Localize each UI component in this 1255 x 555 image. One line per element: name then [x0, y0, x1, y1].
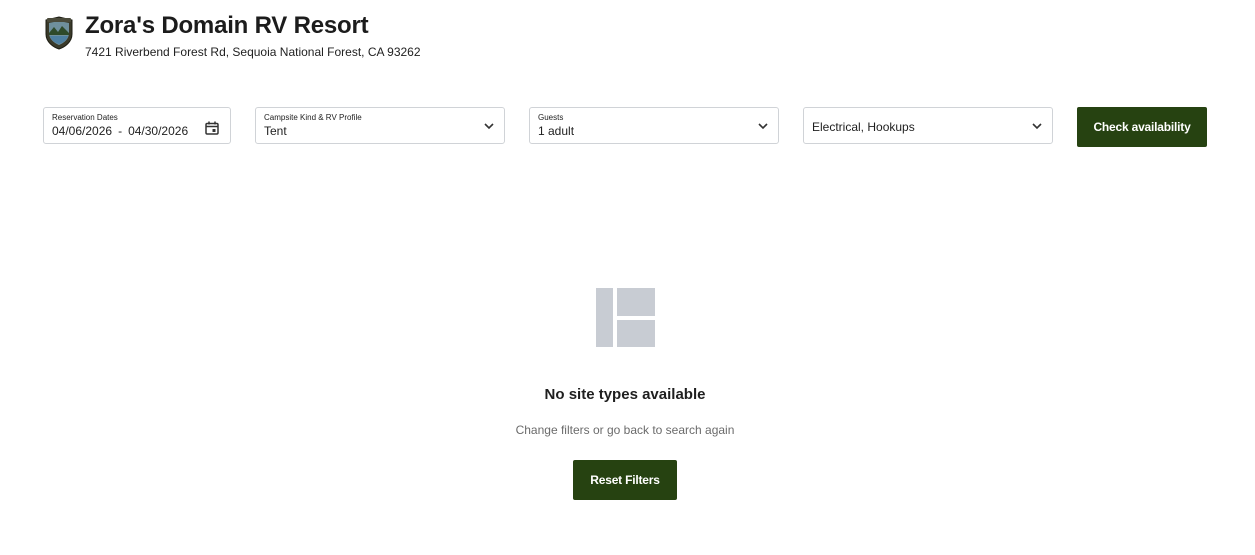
reservation-dates-field[interactable]: Reservation Dates 04/06/2026-04/30/2026	[43, 107, 231, 144]
chevron-down-icon	[758, 123, 768, 130]
date-range: 04/06/2026-04/30/2026	[52, 124, 188, 138]
resort-logo-icon	[43, 16, 75, 50]
campsite-kind-value: Tent	[264, 124, 287, 138]
layout-placeholder-icon	[596, 288, 655, 347]
campsite-kind-label: Campsite Kind & RV Profile	[264, 113, 362, 122]
campsite-kind-select[interactable]: Campsite Kind & RV Profile Tent	[255, 107, 505, 144]
chevron-down-icon	[1032, 123, 1042, 130]
page: Zora's Domain RV Resort 7421 Riverbend F…	[0, 0, 1255, 555]
page-title: Zora's Domain RV Resort	[85, 12, 369, 39]
reservation-dates-label: Reservation Dates	[52, 113, 118, 122]
amenities-value: Electrical, Hookups	[812, 120, 915, 134]
resort-address: 7421 Riverbend Forest Rd, Sequoia Nation…	[85, 45, 421, 59]
amenities-select[interactable]: Electrical, Hookups	[803, 107, 1053, 144]
end-date[interactable]: 04/30/2026	[128, 124, 188, 138]
reset-filters-button[interactable]: Reset Filters	[573, 460, 677, 500]
start-date[interactable]: 04/06/2026	[52, 124, 112, 138]
guests-value: 1 adult	[538, 124, 575, 138]
guests-select[interactable]: Guests 1 adult	[529, 107, 779, 144]
empty-state-subtitle: Change filters or go back to search agai…	[515, 423, 735, 437]
date-separator: -	[118, 124, 123, 138]
chevron-down-icon	[484, 123, 494, 130]
check-availability-button[interactable]: Check availability	[1077, 107, 1207, 147]
calendar-icon[interactable]	[205, 121, 219, 135]
guests-label: Guests	[538, 113, 564, 122]
empty-state-title: No site types available	[544, 386, 706, 403]
